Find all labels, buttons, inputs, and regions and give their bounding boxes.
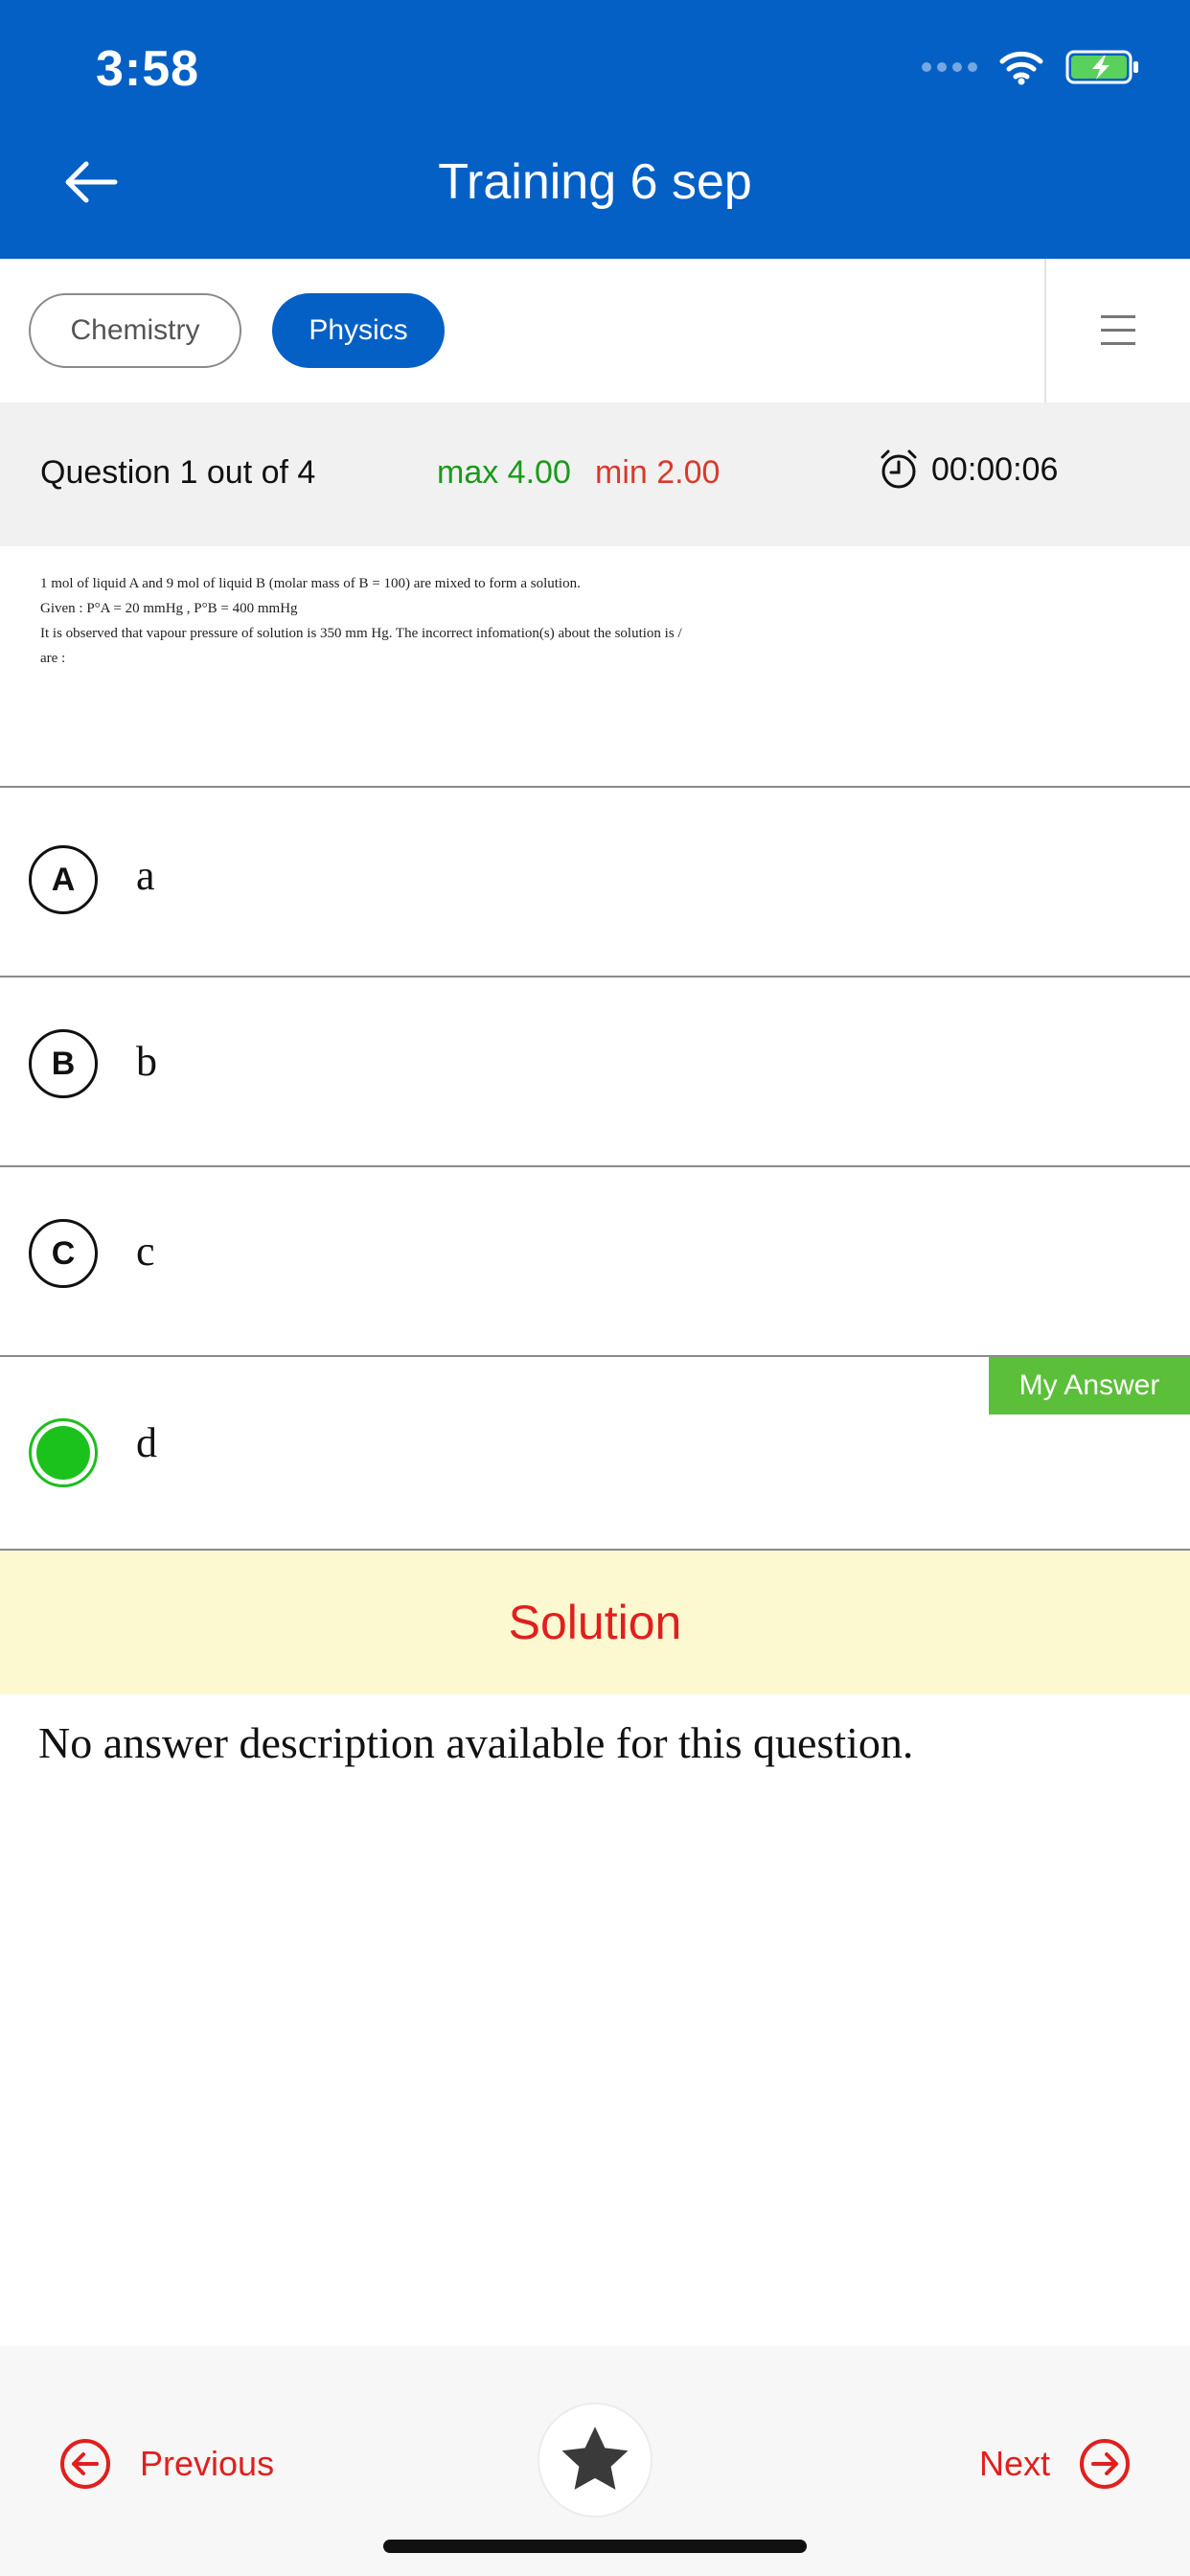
page-title: Training 6 sep <box>438 154 752 210</box>
question-line: It is observed that vapour pressure of s… <box>40 626 682 641</box>
max-score: max 4.00 <box>437 454 571 491</box>
option-text: a <box>136 852 155 899</box>
question-line: Given : P°A = 20 mmHg , P°B = 400 mmHg <box>40 601 298 616</box>
option-text: c <box>136 1228 155 1275</box>
alarm-clock-icon <box>881 449 917 489</box>
wifi-icon <box>999 51 1043 85</box>
previous-button[interactable]: Previous <box>59 2438 274 2490</box>
option-a[interactable]: A a <box>0 788 1190 978</box>
question-counter: Question 1 out of 4 <box>40 454 316 491</box>
tab-physics[interactable]: Physics <box>272 293 445 368</box>
next-button[interactable]: Next <box>979 2438 1131 2490</box>
question-line: 1 mol of liquid A and 9 mol of liquid B … <box>40 576 581 591</box>
next-label: Next <box>978 2444 1050 2483</box>
selected-dot <box>36 1426 90 1480</box>
star-icon <box>561 2426 629 2490</box>
option-d[interactable]: My Answer d <box>0 1357 1190 1551</box>
hamburger-menu-icon <box>1101 315 1135 345</box>
cellular-signal-icon <box>922 62 977 72</box>
timer: 00:00:06 <box>878 448 1058 491</box>
status-icons <box>922 48 1142 86</box>
home-indicator <box>383 2540 807 2553</box>
option-c[interactable]: C c <box>0 1167 1190 1357</box>
question-info-bar: Question 1 out of 4 max 4.00 min 2.00 00… <box>0 402 1190 546</box>
arrow-right-circle-icon <box>1080 2439 1130 2489</box>
tab-chemistry[interactable]: Chemistry <box>29 293 241 368</box>
bookmark-button[interactable] <box>538 2403 652 2518</box>
option-letter: A <box>29 845 98 914</box>
battery-charging-icon <box>1065 50 1138 84</box>
option-text: d <box>136 1419 157 1466</box>
app-header: 3:58 Training 6 sep <box>0 0 1190 259</box>
option-letter: B <box>29 1029 98 1098</box>
question-line: are : <box>40 651 66 666</box>
timer-value: 00:00:06 <box>931 450 1059 488</box>
solution-heading: Solution <box>0 1551 1190 1694</box>
arrow-left-circle-icon <box>60 2439 110 2489</box>
menu-button[interactable] <box>1046 259 1190 402</box>
option-b[interactable]: B b <box>0 978 1190 1167</box>
previous-label: Previous <box>140 2444 275 2483</box>
status-time: 3:58 <box>96 41 200 97</box>
option-letter: C <box>29 1219 98 1288</box>
solution-text: No answer description available for this… <box>38 1718 914 1767</box>
subject-tabs: Chemistry Physics <box>0 259 1190 402</box>
min-score: min 2.00 <box>595 454 721 491</box>
option-text: b <box>136 1038 157 1085</box>
option-selected-indicator <box>29 1418 98 1487</box>
my-answer-badge: My Answer <box>989 1357 1190 1414</box>
question-text: 1 mol of liquid A and 9 mol of liquid B … <box>0 546 1190 788</box>
